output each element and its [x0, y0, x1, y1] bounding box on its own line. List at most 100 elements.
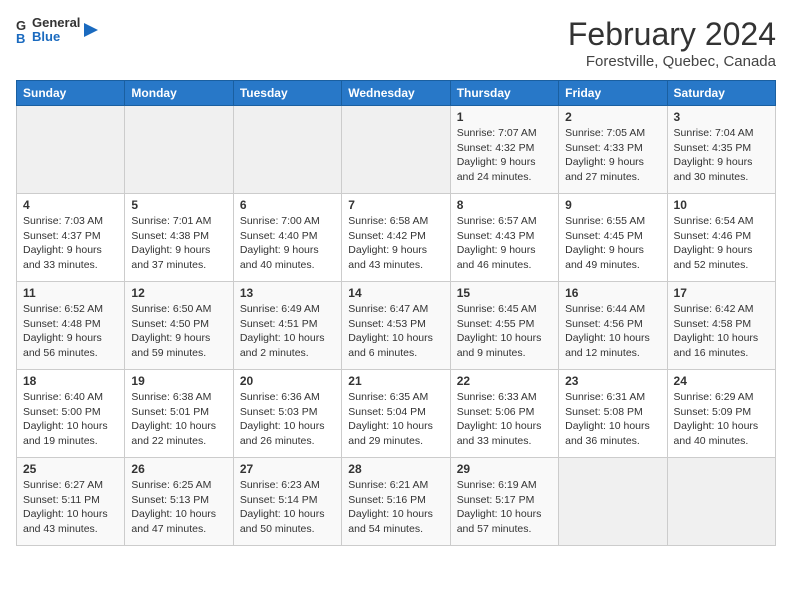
day-number: 22 — [457, 374, 552, 388]
calendar-cell: 6Sunrise: 7:00 AM Sunset: 4:40 PM Daylig… — [233, 194, 341, 282]
calendar-cell — [125, 106, 233, 194]
calendar-week-4: 18 Sunrise: 6:40 AM Sunset: 5:00 PM Dayli… — [17, 370, 776, 458]
weekday-header-row: SundayMondayTuesdayWednesdayThursdayFrid… — [17, 81, 776, 106]
month-year-title: February 2024 — [568, 16, 776, 53]
day-number: 4 — [23, 198, 118, 212]
day-number: 1 — [457, 110, 552, 124]
calendar-cell: 4 Sunrise: 7:03 AM Sunset: 4:37 PM Daylig… — [17, 194, 125, 282]
calendar-cell: 26Sunrise: 6:25 AM Sunset: 5:13 PM Dayli… — [125, 458, 233, 546]
day-info: Sunrise: 6:35 AM Sunset: 5:04 PM Dayligh… — [348, 390, 443, 449]
calendar-cell — [342, 106, 450, 194]
calendar-cell: 10 Sunrise: 6:54 AM Sunset: 4:46 PM Dayli… — [667, 194, 775, 282]
day-info: Sunrise: 6:52 AM Sunset: 4:48 PM Dayligh… — [23, 302, 118, 361]
logo-blue-text: Blue — [32, 30, 80, 44]
calendar-cell: 23 Sunrise: 6:31 AM Sunset: 5:08 PM Dayli… — [559, 370, 667, 458]
day-info: Sunrise: 7:05 AM Sunset: 4:33 PM Dayligh… — [565, 126, 660, 185]
day-info: Sunrise: 6:36 AM Sunset: 5:03 PM Dayligh… — [240, 390, 335, 449]
calendar-cell: 18 Sunrise: 6:40 AM Sunset: 5:00 PM Dayli… — [17, 370, 125, 458]
svg-text:B: B — [16, 31, 25, 44]
day-info: Sunrise: 6:47 AM Sunset: 4:53 PM Dayligh… — [348, 302, 443, 361]
day-info: Sunrise: 7:04 AM Sunset: 4:35 PM Dayligh… — [674, 126, 769, 185]
day-info: Sunrise: 7:07 AM Sunset: 4:32 PM Dayligh… — [457, 126, 552, 185]
logo-g-icon: G B — [16, 16, 30, 44]
day-number: 28 — [348, 462, 443, 476]
day-number: 17 — [674, 286, 769, 300]
day-info: Sunrise: 7:01 AM Sunset: 4:38 PM Dayligh… — [131, 214, 226, 273]
calendar-cell: 25 Sunrise: 6:27 AM Sunset: 5:11 PM Dayli… — [17, 458, 125, 546]
calendar-cell — [667, 458, 775, 546]
calendar-cell: 24 Sunrise: 6:29 AM Sunset: 5:09 PM Dayli… — [667, 370, 775, 458]
day-info: Sunrise: 7:03 AM Sunset: 4:37 PM Dayligh… — [23, 214, 118, 273]
calendar-cell: 29 Sunrise: 6:19 AM Sunset: 5:17 PM Dayli… — [450, 458, 558, 546]
location-subtitle: Forestville, Quebec, Canada — [568, 53, 776, 70]
weekday-header-sunday: Sunday — [17, 81, 125, 106]
calendar-cell: 28 Sunrise: 6:21 AM Sunset: 5:16 PM Dayli… — [342, 458, 450, 546]
day-number: 10 — [674, 198, 769, 212]
calendar-cell: 2 Sunrise: 7:05 AM Sunset: 4:33 PM Daylig… — [559, 106, 667, 194]
day-info: Sunrise: 6:54 AM Sunset: 4:46 PM Dayligh… — [674, 214, 769, 273]
day-info: Sunrise: 6:29 AM Sunset: 5:09 PM Dayligh… — [674, 390, 769, 449]
day-info: Sunrise: 6:27 AM Sunset: 5:11 PM Dayligh… — [23, 478, 118, 537]
day-number: 20 — [240, 374, 335, 388]
day-number: 11 — [23, 286, 118, 300]
weekday-header-monday: Monday — [125, 81, 233, 106]
day-number: 27 — [240, 462, 335, 476]
day-number: 14 — [348, 286, 443, 300]
calendar-cell: 14 Sunrise: 6:47 AM Sunset: 4:53 PM Dayli… — [342, 282, 450, 370]
day-number: 19 — [131, 374, 226, 388]
day-info: Sunrise: 6:19 AM Sunset: 5:17 PM Dayligh… — [457, 478, 552, 537]
calendar-cell: 8Sunrise: 6:57 AM Sunset: 4:43 PM Daylig… — [450, 194, 558, 282]
day-number: 2 — [565, 110, 660, 124]
weekday-header-thursday: Thursday — [450, 81, 558, 106]
weekday-header-saturday: Saturday — [667, 81, 775, 106]
calendar-cell: 19 Sunrise: 6:38 AM Sunset: 5:01 PM Dayli… — [125, 370, 233, 458]
day-info: Sunrise: 6:40 AM Sunset: 5:00 PM Dayligh… — [23, 390, 118, 449]
weekday-header-wednesday: Wednesday — [342, 81, 450, 106]
calendar-cell: 15 Sunrise: 6:45 AM Sunset: 4:55 PM Dayli… — [450, 282, 558, 370]
day-info: Sunrise: 6:44 AM Sunset: 4:56 PM Dayligh… — [565, 302, 660, 361]
calendar-cell: 20 Sunrise: 6:36 AM Sunset: 5:03 PM Dayli… — [233, 370, 341, 458]
day-info: Sunrise: 6:21 AM Sunset: 5:16 PM Dayligh… — [348, 478, 443, 537]
day-number: 24 — [674, 374, 769, 388]
day-info: Sunrise: 6:55 AM Sunset: 4:45 PM Dayligh… — [565, 214, 660, 273]
day-number: 5 — [131, 198, 226, 212]
day-number: 25 — [23, 462, 118, 476]
day-number: 29 — [457, 462, 552, 476]
day-info: Sunrise: 6:49 AM Sunset: 4:51 PM Dayligh… — [240, 302, 335, 361]
day-number: 8 — [457, 198, 552, 212]
day-number: 7 — [348, 198, 443, 212]
weekday-header-tuesday: Tuesday — [233, 81, 341, 106]
page-header: G B General Blue February 2024 Forestvil… — [16, 16, 776, 70]
day-number: 16 — [565, 286, 660, 300]
day-info: Sunrise: 6:25 AM Sunset: 5:13 PM Dayligh… — [131, 478, 226, 537]
day-info: Sunrise: 6:38 AM Sunset: 5:01 PM Dayligh… — [131, 390, 226, 449]
logo-general-text: General — [32, 16, 80, 30]
calendar-cell: 21 Sunrise: 6:35 AM Sunset: 5:04 PM Dayli… — [342, 370, 450, 458]
day-info: Sunrise: 6:31 AM Sunset: 5:08 PM Dayligh… — [565, 390, 660, 449]
day-info: Sunrise: 6:45 AM Sunset: 4:55 PM Dayligh… — [457, 302, 552, 361]
day-info: Sunrise: 6:23 AM Sunset: 5:14 PM Dayligh… — [240, 478, 335, 537]
weekday-header-friday: Friday — [559, 81, 667, 106]
calendar-cell: 7 Sunrise: 6:58 AM Sunset: 4:42 PM Daylig… — [342, 194, 450, 282]
day-info: Sunrise: 6:58 AM Sunset: 4:42 PM Dayligh… — [348, 214, 443, 273]
calendar-week-3: 11 Sunrise: 6:52 AM Sunset: 4:48 PM Dayli… — [17, 282, 776, 370]
day-number: 3 — [674, 110, 769, 124]
day-number: 18 — [23, 374, 118, 388]
title-block: February 2024 Forestville, Quebec, Canad… — [568, 16, 776, 70]
day-info: Sunrise: 6:33 AM Sunset: 5:06 PM Dayligh… — [457, 390, 552, 449]
day-number: 15 — [457, 286, 552, 300]
logo: G B General Blue — [16, 16, 100, 45]
calendar-cell: 1 Sunrise: 7:07 AM Sunset: 4:32 PM Daylig… — [450, 106, 558, 194]
calendar-cell: 27 Sunrise: 6:23 AM Sunset: 5:14 PM Dayli… — [233, 458, 341, 546]
calendar-week-1: 1 Sunrise: 7:07 AM Sunset: 4:32 PM Daylig… — [17, 106, 776, 194]
calendar-cell: 11 Sunrise: 6:52 AM Sunset: 4:48 PM Dayli… — [17, 282, 125, 370]
calendar-cell: 16 Sunrise: 6:44 AM Sunset: 4:56 PM Dayli… — [559, 282, 667, 370]
day-number: 21 — [348, 374, 443, 388]
day-info: Sunrise: 6:50 AM Sunset: 4:50 PM Dayligh… — [131, 302, 226, 361]
calendar-cell: 3 Sunrise: 7:04 AM Sunset: 4:35 PM Daylig… — [667, 106, 775, 194]
calendar-cell: 22 Sunrise: 6:33 AM Sunset: 5:06 PM Dayli… — [450, 370, 558, 458]
calendar-week-2: 4 Sunrise: 7:03 AM Sunset: 4:37 PM Daylig… — [17, 194, 776, 282]
day-number: 23 — [565, 374, 660, 388]
logo-arrow-icon — [82, 21, 100, 39]
calendar-cell — [559, 458, 667, 546]
